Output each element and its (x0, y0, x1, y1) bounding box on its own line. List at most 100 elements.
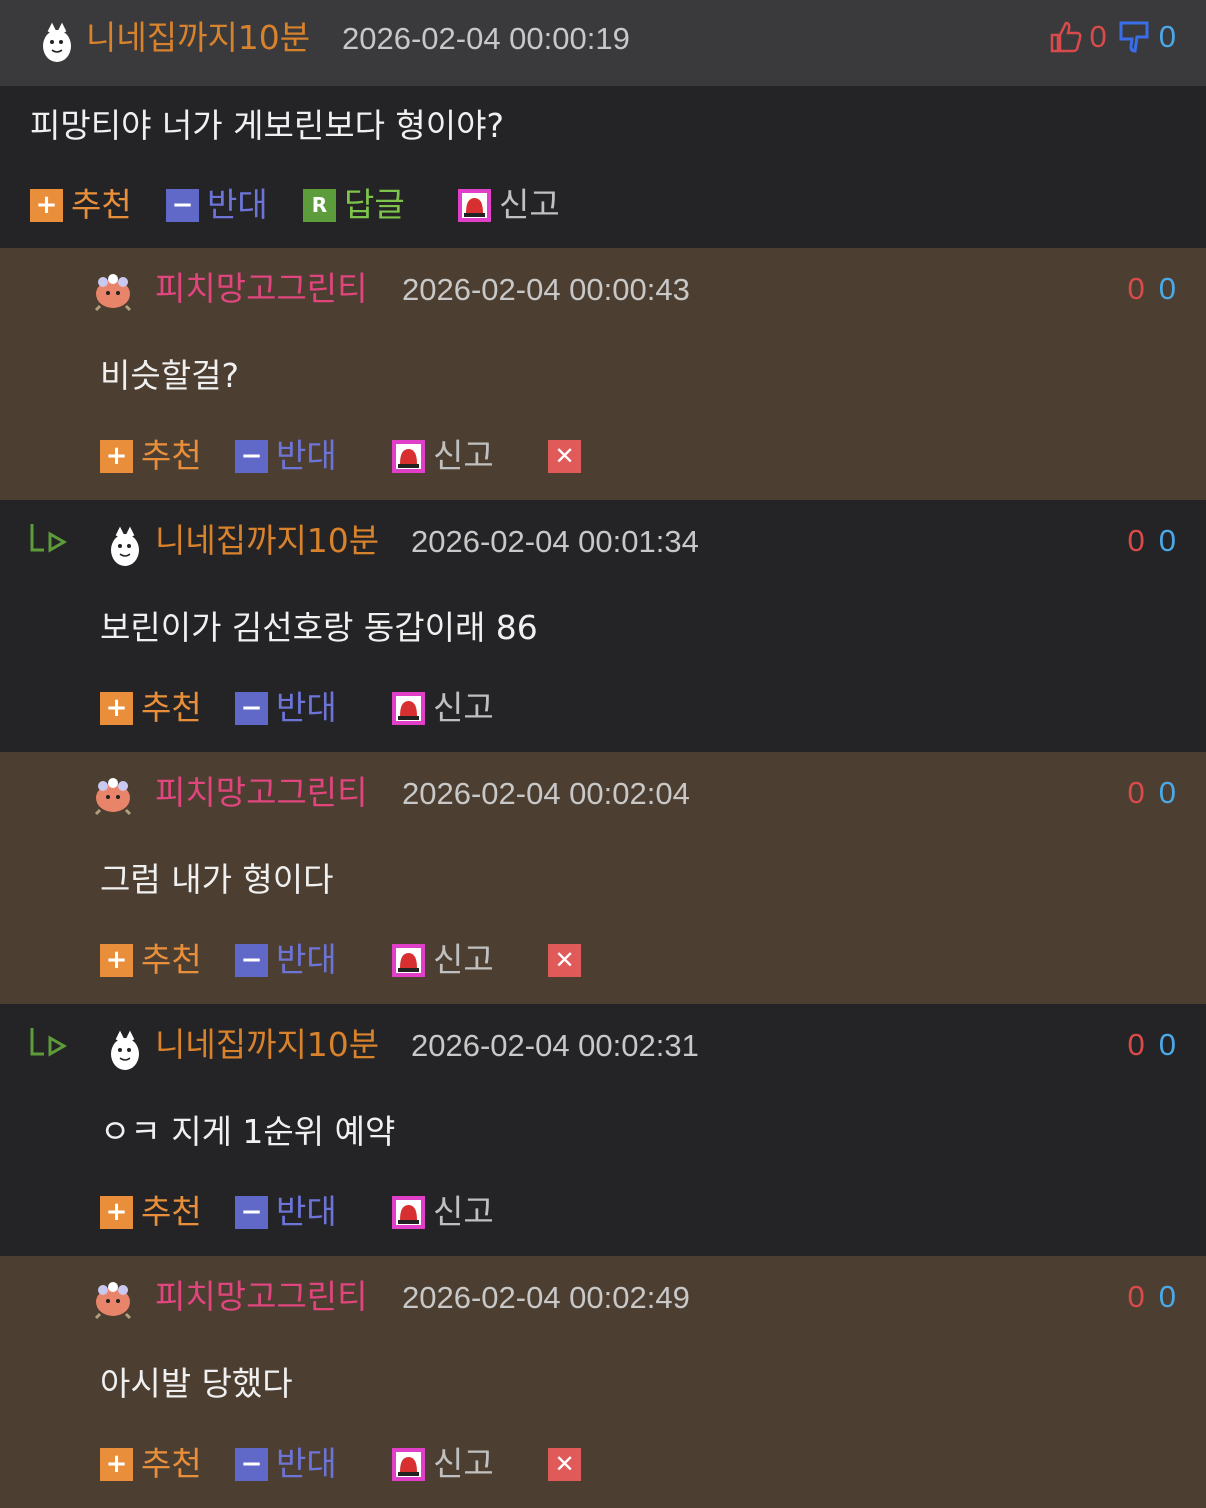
downvote-count[interactable]: 0 (1159, 269, 1176, 309)
plus-icon: + (100, 691, 133, 725)
nickname[interactable]: 피치망고그린티 (155, 269, 368, 309)
timestamp: 2026-02-04 00:02:04 (402, 776, 690, 811)
report-label: 신고 (433, 1192, 494, 1231)
vote-counts: 0 0 (1128, 1277, 1177, 1317)
timestamp: 2026-02-04 00:00:43 (402, 272, 690, 307)
recommend-label: 추천 (141, 688, 202, 727)
vote-counts: 0 0 (1128, 521, 1177, 561)
oppose-button[interactable]: − 반대 (235, 1442, 337, 1486)
comment-text: ㅇㅋ 지게 1순위 예약 (100, 1112, 396, 1151)
thumbs-up-icon[interactable] (1048, 19, 1084, 55)
upvote-count[interactable]: 0 (1128, 521, 1145, 561)
vote-counts: 0 0 (1128, 773, 1177, 813)
downvote-count[interactable]: 0 (1159, 1025, 1176, 1065)
oppose-button[interactable]: − 반대 (166, 183, 268, 227)
report-button[interactable]: 신고 (392, 938, 494, 982)
main-comment-header: 니네집까지10분 2026-02-04 00:00:19 0 0 (0, 0, 1206, 86)
timestamp: 2026-02-04 00:02:31 (411, 1028, 699, 1063)
report-label: 신고 (433, 688, 494, 727)
avatar-icon (94, 778, 132, 816)
report-button[interactable]: 신고 (392, 686, 494, 730)
delete-x-icon: ✕ (548, 943, 581, 977)
reply-arrow-icon (30, 524, 68, 553)
reply-r-icon: R (303, 188, 336, 222)
oppose-button[interactable]: − 반대 (235, 1190, 337, 1234)
oppose-label: 반대 (276, 688, 337, 727)
comment-text: 피망티야 너가 게보린보다 형이야? (30, 106, 505, 145)
delete-button[interactable]: ✕ (548, 938, 581, 982)
downvote-count[interactable]: 0 (1159, 1277, 1176, 1317)
plus-icon: + (100, 1447, 133, 1481)
nickname[interactable]: 니네집까지10분 (155, 1025, 379, 1065)
siren-report-icon (392, 691, 425, 725)
report-button[interactable]: 신고 (458, 183, 560, 227)
avatar-icon (43, 22, 71, 62)
report-button[interactable]: 신고 (392, 1442, 494, 1486)
report-label: 신고 (433, 940, 494, 979)
minus-icon: − (235, 1195, 268, 1229)
delete-button[interactable]: ✕ (548, 1442, 581, 1486)
downvote-count[interactable]: 0 (1159, 773, 1176, 813)
nickname[interactable]: 피치망고그린티 (155, 1277, 368, 1317)
vote-counts: 0 0 (1128, 1025, 1177, 1065)
report-label: 신고 (499, 185, 560, 224)
reply-comment: 피치망고그린티 2026-02-04 00:02:49 0 0 아시발 당했다 … (0, 1256, 1206, 1508)
upvote-count[interactable]: 0 (1128, 1025, 1145, 1065)
comment-actions: + 추천 − 반대 신고 (100, 686, 600, 730)
timestamp: 2026-02-04 00:01:34 (411, 524, 699, 559)
recommend-button[interactable]: + 추천 (100, 434, 202, 478)
minus-icon: − (235, 1447, 268, 1481)
recommend-label: 추천 (141, 436, 202, 475)
oppose-button[interactable]: − 반대 (235, 686, 337, 730)
oppose-label: 반대 (276, 1192, 337, 1231)
avatar-icon (94, 1282, 132, 1320)
downvote-count[interactable]: 0 (1159, 521, 1176, 561)
thumbs-down-icon[interactable] (1117, 19, 1153, 55)
siren-report-icon (392, 439, 425, 473)
reply-comment: 니네집까지10분 2026-02-04 00:01:34 0 0 보린이가 김선… (0, 500, 1206, 752)
recommend-label: 추천 (141, 940, 202, 979)
recommend-button[interactable]: + 추천 (100, 686, 202, 730)
oppose-button[interactable]: − 반대 (235, 938, 337, 982)
plus-icon: + (30, 188, 63, 222)
siren-report-icon (458, 188, 491, 222)
vote-counts: 0 0 (1128, 269, 1177, 309)
siren-report-icon (392, 943, 425, 977)
oppose-label: 반대 (207, 185, 268, 224)
avatar-icon (94, 274, 132, 312)
minus-icon: − (235, 691, 268, 725)
siren-report-icon (392, 1195, 425, 1229)
oppose-button[interactable]: − 반대 (235, 434, 337, 478)
recommend-button[interactable]: + 추천 (100, 1442, 202, 1486)
report-button[interactable]: 신고 (392, 1190, 494, 1234)
main-comment-body: 피망티야 너가 게보린보다 형이야? + 추천 − 반대 R 답글 신고 (0, 86, 1206, 248)
report-button[interactable]: 신고 (392, 434, 494, 478)
plus-icon: + (100, 439, 133, 473)
recommend-button[interactable]: + 추천 (100, 938, 202, 982)
oppose-label: 반대 (276, 436, 337, 475)
reply-comment: 피치망고그린티 2026-02-04 00:02:04 0 0 그럼 내가 형이… (0, 752, 1206, 1004)
reply-label: 답글 (344, 185, 405, 224)
reply-comment: 니네집까지10분 2026-02-04 00:02:31 0 0 ㅇㅋ 지게 1… (0, 1004, 1206, 1256)
recommend-button[interactable]: + 추천 (30, 183, 132, 227)
delete-button[interactable]: ✕ (548, 434, 581, 478)
upvote-count[interactable]: 0 (1128, 269, 1145, 309)
nickname[interactable]: 니네집까지10분 (155, 521, 379, 561)
nickname[interactable]: 니네집까지10분 (86, 18, 310, 58)
timestamp: 2026-02-04 00:00:19 (342, 21, 630, 56)
oppose-label: 반대 (276, 940, 337, 979)
nickname[interactable]: 피치망고그린티 (155, 773, 368, 813)
recommend-label: 추천 (71, 185, 132, 224)
avatar-icon (111, 526, 139, 566)
siren-report-icon (392, 1447, 425, 1481)
comment-actions: + 추천 − 반대 R 답글 신고 (30, 183, 630, 227)
oppose-label: 반대 (276, 1444, 337, 1483)
minus-icon: − (235, 439, 268, 473)
reply-comment: 피치망고그린티 2026-02-04 00:00:43 0 0 비슷할걸? + … (0, 248, 1206, 500)
upvote-count[interactable]: 0 (1128, 1277, 1145, 1317)
recommend-button[interactable]: + 추천 (100, 1190, 202, 1234)
reply-button[interactable]: R 답글 (303, 183, 405, 227)
upvote-count[interactable]: 0 (1128, 773, 1145, 813)
timestamp: 2026-02-04 00:02:49 (402, 1280, 690, 1315)
comment-actions: + 추천 − 반대 신고 (100, 1190, 600, 1234)
